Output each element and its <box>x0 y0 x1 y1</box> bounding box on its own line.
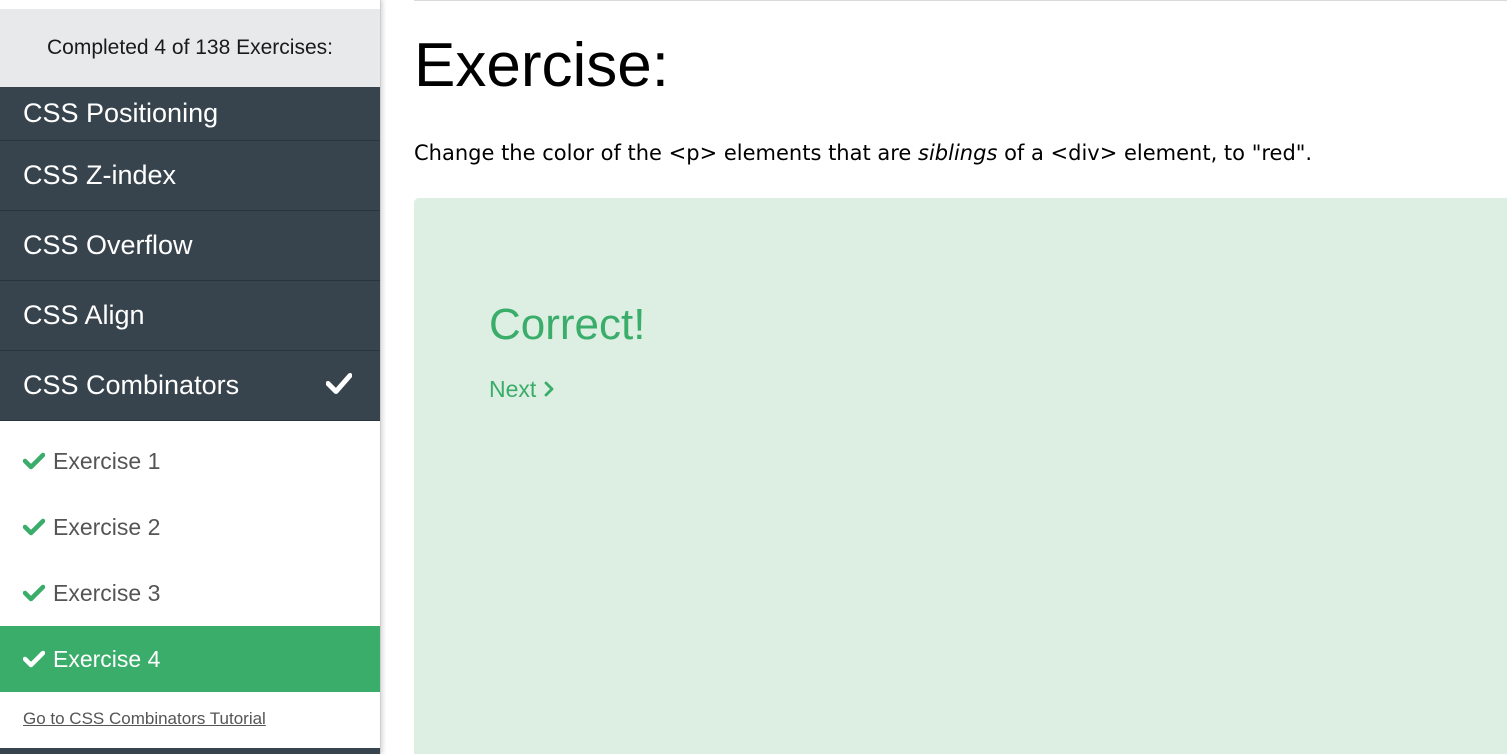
exercise-label: Exercise 1 <box>53 447 161 474</box>
topic-label: CSS Z-index <box>23 160 177 190</box>
next-label: Next <box>489 376 537 402</box>
exercise-item-1[interactable]: Exercise 1 <box>0 428 380 494</box>
check-icon <box>325 370 353 401</box>
next-link[interactable]: Next <box>489 376 554 403</box>
instruction-emphasis: siblings <box>918 141 998 165</box>
topic-css-positioning[interactable]: CSS Positioning <box>0 87 380 141</box>
exercise-item-2[interactable]: Exercise 2 <box>0 494 380 560</box>
exercise-instruction: Change the color of the <p> elements tha… <box>414 141 1312 165</box>
check-icon <box>23 452 45 470</box>
topic-css-combinators[interactable]: CSS Combinators <box>0 351 380 421</box>
topic-css-align[interactable]: CSS Align <box>0 281 380 351</box>
page-title: Exercise: <box>414 31 669 100</box>
topic-label: CSS Overflow <box>23 230 193 260</box>
result-title: Correct! <box>489 300 646 349</box>
topic-css-overflow[interactable]: CSS Overflow <box>0 211 380 281</box>
topic-css-z-index[interactable]: CSS Z-index <box>0 141 380 211</box>
instruction-text-start: Change the color of the <p> elements tha… <box>414 141 919 165</box>
exercise-label: Exercise 2 <box>53 513 161 540</box>
top-divider <box>414 0 1507 1</box>
instruction-text-end: of a <div> element, to "red". <box>997 141 1313 165</box>
check-icon <box>23 584 45 602</box>
topic-list: CSS Positioning CSS Z-index CSS Overflow… <box>0 87 380 421</box>
exercise-sidebar: Completed 4 of 138 Exercises: CSS Positi… <box>0 0 381 754</box>
exercise-list: Exercise 1 Exercise 2 Exercise 3 Exercis… <box>0 428 380 692</box>
topic-label: CSS Align <box>23 300 145 330</box>
sidebar-top-strip <box>0 0 380 9</box>
sidebar-bottom-bar <box>0 748 380 754</box>
check-icon <box>23 650 45 668</box>
exercise-item-4[interactable]: Exercise 4 <box>0 626 380 692</box>
result-panel: Correct! Next <box>414 198 1507 754</box>
chevron-right-icon <box>544 376 554 403</box>
progress-summary: Completed 4 of 138 Exercises: <box>0 9 380 87</box>
topic-label: CSS Positioning <box>23 98 219 128</box>
exercise-label: Exercise 4 <box>53 645 161 672</box>
check-icon <box>23 518 45 536</box>
exercise-item-3[interactable]: Exercise 3 <box>0 560 380 626</box>
topic-label: CSS Combinators <box>23 370 240 400</box>
exercise-label: Exercise 3 <box>53 579 161 606</box>
tutorial-link[interactable]: Go to CSS Combinators Tutorial <box>23 709 266 729</box>
